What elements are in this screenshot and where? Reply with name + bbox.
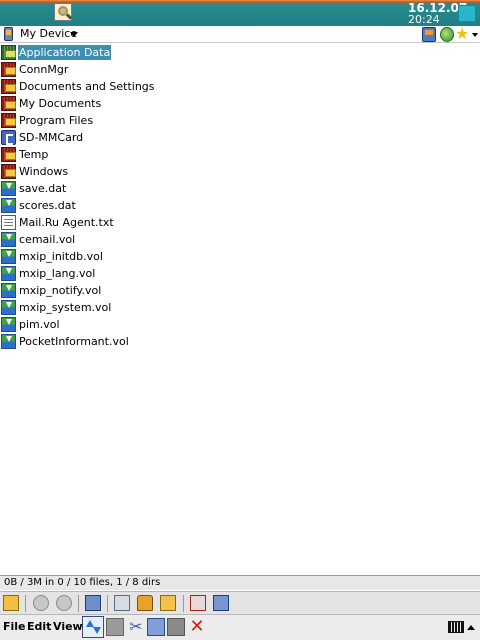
device-shortcut-icon[interactable] <box>422 27 436 42</box>
toolbar <box>0 591 480 614</box>
file-name-label: pim.vol <box>19 318 60 331</box>
file-list-item[interactable]: mxip_system.vol <box>0 299 480 316</box>
cut-icon[interactable]: ✂ <box>127 618 145 636</box>
arrow-up-icon <box>86 620 94 627</box>
file-list-item[interactable]: PocketInformant.vol <box>0 333 480 350</box>
file-list-item[interactable]: Windows <box>0 163 480 180</box>
file-list-item[interactable]: My Documents <box>0 95 480 112</box>
file-list-item[interactable]: scores.dat <box>0 197 480 214</box>
file-name-label: My Documents <box>19 97 102 110</box>
file-name-label: mxip_lang.vol <box>19 267 96 280</box>
toolbar-separator <box>107 595 108 612</box>
status-text: 0B / 3M in 0 / 10 files, 1 / 8 dirs <box>4 577 161 588</box>
file-list: Application Data ConnMgr Documents and Set… <box>0 44 480 350</box>
file-name-label: SD-MMCard <box>19 131 84 144</box>
folder-icon <box>1 113 16 128</box>
file-list-item[interactable]: Documents and Settings <box>0 78 480 95</box>
delete-icon[interactable]: ✕ <box>188 618 206 636</box>
sort-updown-icon[interactable] <box>82 616 104 638</box>
arrow-down-icon <box>93 627 101 634</box>
magnifier-handle-icon <box>65 13 73 20</box>
file-list-item[interactable]: cemail.vol <box>0 231 480 248</box>
file-name-label: Windows <box>19 165 69 178</box>
find-icon[interactable] <box>114 595 130 611</box>
file-list-item[interactable]: mxip_notify.vol <box>0 282 480 299</box>
menu-file[interactable]: File <box>3 620 26 633</box>
file-name-label: PocketInformant.vol <box>19 335 129 348</box>
dat-file-icon <box>1 181 16 196</box>
file-name-label: Program Files <box>19 114 94 127</box>
path-bar: My Device ★ <box>0 25 480 43</box>
favorites-dropdown-icon[interactable] <box>472 33 478 37</box>
file-name-label: scores.dat <box>19 199 76 212</box>
dat-file-icon <box>1 198 16 213</box>
forward-icon[interactable] <box>56 595 72 611</box>
file-name-label: ConnMgr <box>19 63 69 76</box>
infrared-send-icon[interactable] <box>190 595 206 611</box>
file-list-item[interactable]: Temp <box>0 146 480 163</box>
dat-file-icon <box>1 266 16 281</box>
title-bar: 16.12.07 20:24 <box>0 0 480 26</box>
toolbar-separator <box>183 595 184 612</box>
file-name-label: mxip_initdb.vol <box>19 250 103 263</box>
lock-icon[interactable] <box>137 595 153 611</box>
file-name-label: mxip_notify.vol <box>19 284 102 297</box>
input-panel-arrow-icon[interactable] <box>467 625 475 630</box>
file-name-label: Application Data <box>18 45 112 60</box>
view-icon[interactable] <box>160 595 176 611</box>
storage-card-icon <box>1 130 16 145</box>
status-bar: 0B / 3M in 0 / 10 files, 1 / 8 dirs <box>0 575 480 590</box>
folder-icon <box>1 164 16 179</box>
file-list-item[interactable]: save.dat <box>0 180 480 197</box>
file-list-item[interactable]: SD-MMCard <box>0 129 480 146</box>
file-list-item[interactable]: Program Files <box>0 112 480 129</box>
file-name-label: Mail.Ru Agent.txt <box>19 216 114 229</box>
favorites-star-icon[interactable]: ★ <box>455 25 469 43</box>
file-list-item[interactable]: Application Data <box>0 44 480 61</box>
folder-icon <box>1 147 16 162</box>
keyboard-icon[interactable] <box>448 621 464 633</box>
file-name-label: save.dat <box>19 182 67 195</box>
dat-file-icon <box>1 232 16 247</box>
copy-icon[interactable] <box>147 618 165 636</box>
system-tray-icon[interactable] <box>458 5 476 22</box>
start-menu-search-icon[interactable] <box>54 3 73 21</box>
new-folder-icon[interactable] <box>106 618 124 636</box>
open-folder-icon[interactable] <box>3 595 19 611</box>
paste-icon[interactable] <box>167 618 185 636</box>
dat-file-icon <box>1 334 16 349</box>
folder-icon <box>1 96 16 111</box>
clock-time[interactable]: 20:24 <box>408 13 440 26</box>
screen: 16.12.07 20:24 My Device ★ Application D… <box>0 0 480 640</box>
file-list-item[interactable]: Mail.Ru Agent.txt <box>0 214 480 231</box>
refresh-icon[interactable] <box>440 27 454 42</box>
toolbar-separator <box>78 595 79 612</box>
folder-icon <box>1 62 16 77</box>
file-name-label: Temp <box>19 148 49 161</box>
file-name-label: mxip_system.vol <box>19 301 112 314</box>
folder-icon <box>1 79 16 94</box>
menu-bar: File Edit View ✂ ✕ <box>0 614 480 640</box>
menu-view[interactable]: View <box>53 620 83 633</box>
dat-file-icon <box>1 283 16 298</box>
file-list-item[interactable]: mxip_lang.vol <box>0 265 480 282</box>
network-icon[interactable] <box>213 595 229 611</box>
menu-edit[interactable]: Edit <box>27 620 51 633</box>
file-name-label: Documents and Settings <box>19 80 155 93</box>
dat-file-icon <box>1 249 16 264</box>
back-icon[interactable] <box>33 595 49 611</box>
file-list-item[interactable]: mxip_initdb.vol <box>0 248 480 265</box>
file-list-item[interactable]: ConnMgr <box>0 61 480 78</box>
folder-icon <box>1 45 16 60</box>
dat-file-icon <box>1 300 16 315</box>
dat-file-icon <box>1 317 16 332</box>
text-file-icon <box>1 215 16 230</box>
location-label[interactable]: My Device <box>20 27 77 40</box>
location-dropdown-icon[interactable] <box>70 32 78 37</box>
properties-icon[interactable] <box>85 595 101 611</box>
file-name-label: cemail.vol <box>19 233 76 246</box>
device-icon <box>4 27 13 41</box>
file-list-item[interactable]: pim.vol <box>0 316 480 333</box>
toolbar-separator <box>25 595 26 612</box>
